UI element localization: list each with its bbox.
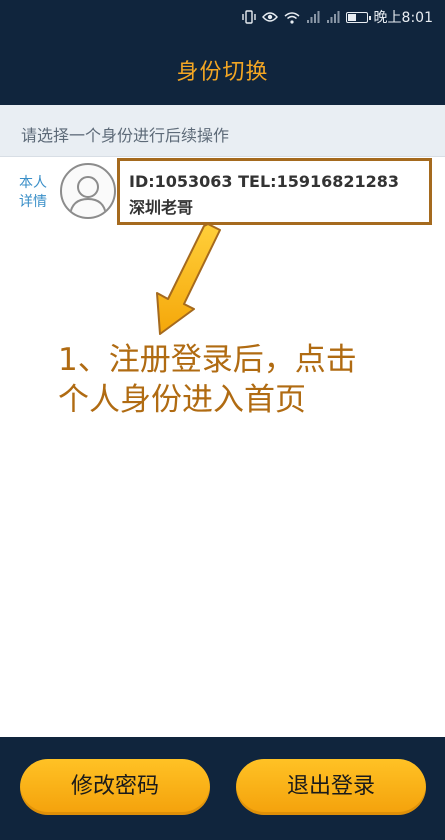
change-password-button[interactable]: 修改密码 [20,759,210,815]
status-icons: 晚上8:01 [241,7,433,27]
pointer-arrow-icon [156,223,221,335]
vibrate-icon [241,10,256,24]
eye-icon [261,12,278,22]
hint-bar: 请选择一个身份进行后续操作 [0,105,445,157]
annotation-text: 1、注册登录后，点击 个人身份进入首页 [58,340,357,420]
page-title: 身份切换 [176,60,269,85]
footer: 修改密码 退出登录 [0,737,445,840]
signal-icon-2 [326,10,340,23]
signal-icon [306,10,320,23]
logout-button[interactable]: 退出登录 [236,759,426,815]
annotation-line-2: 个人身份进入首页 [58,382,306,418]
header: 身份切换 [0,32,445,105]
identity-id-tel: ID:1053063 TEL:15916821283 [129,172,400,191]
annotation-line-1: 1、注册登录后，点击 [58,342,357,378]
wifi-icon [284,11,300,24]
avatar-icon[interactable] [60,163,116,219]
personal-details-link[interactable]: 本人 详情 [15,174,51,212]
battery-icon [345,11,371,23]
identity-name: 深圳老哥 [129,198,194,217]
identity-card[interactable]: ID:1053063 TEL:15916821283 深圳老哥 [117,158,432,225]
status-bar: 晚上8:01 [0,0,445,32]
status-time: 晚上8:01 [373,10,433,26]
hint-text: 请选择一个身份进行后续操作 [21,126,230,145]
